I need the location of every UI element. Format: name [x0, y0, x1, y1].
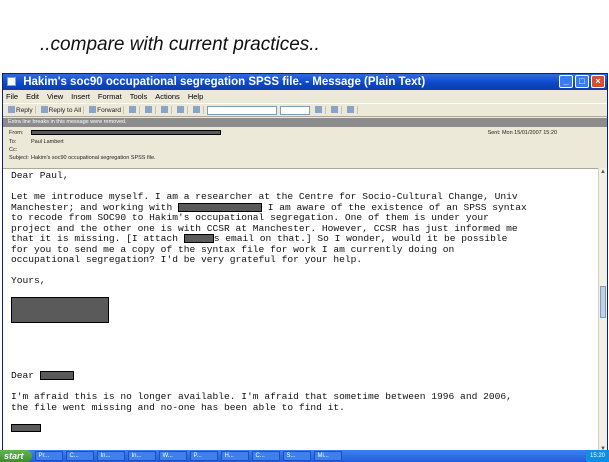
system-clock: 15:20 — [585, 450, 609, 462]
menu-view[interactable]: View — [47, 90, 63, 103]
redacted-name — [183, 234, 214, 244]
taskbar-item[interactable]: C... — [65, 451, 94, 461]
taskbar-item[interactable]: H... — [220, 451, 249, 461]
scroll-thumb[interactable] — [600, 286, 606, 318]
subject-label: Subject: — [9, 155, 29, 161]
reply-icon — [8, 106, 15, 113]
taskbar-item[interactable]: P... — [189, 451, 218, 461]
envelope-icon — [7, 77, 16, 86]
redacted-signature — [11, 297, 109, 324]
start-button[interactable]: start — [0, 450, 32, 462]
window-title: Hakim's soc90 occupational segregation S… — [23, 76, 426, 88]
message-header: From: To: Paul Lambert Cc: Subject: Hakim'… — [3, 127, 607, 167]
forward-icon — [89, 106, 97, 113]
body-line: that it is missing. [I attach s email on… — [11, 233, 508, 245]
cc-label: Cc: — [9, 147, 18, 153]
font-size-select[interactable] — [280, 105, 310, 115]
underline-icon — [347, 106, 354, 113]
taskbar-item[interactable]: In... — [96, 451, 125, 461]
sent-value: Mon 15/01/2007 15:20 — [501, 130, 557, 136]
up-arrow-icon — [177, 106, 184, 113]
bold-icon — [315, 106, 322, 113]
maximize-button[interactable]: □ — [575, 75, 589, 88]
taskbar-item[interactable]: C... — [251, 451, 280, 461]
redacted-name — [39, 371, 74, 381]
delete-button[interactable] — [159, 106, 172, 114]
redacted-sender — [31, 130, 221, 136]
subject-value: Hakim's soc90 occupational segregation S… — [31, 155, 156, 161]
message-window: Hakim's soc90 occupational segregation S… — [2, 73, 608, 462]
font-select[interactable] — [207, 105, 277, 115]
italic-button[interactable] — [329, 106, 342, 114]
taskbar-item[interactable]: Mi... — [313, 451, 342, 461]
menu-edit[interactable]: Edit — [26, 90, 39, 103]
delete-icon — [161, 106, 168, 113]
taskbar-item[interactable]: W... — [158, 451, 187, 461]
body-line: the file went missing and no-one has bee… — [11, 401, 345, 413]
forward-button[interactable]: Forward — [87, 106, 124, 114]
redacted-signature — [11, 423, 41, 432]
taskbar-item[interactable]: Pr... — [34, 451, 63, 461]
reply-button[interactable]: Reply — [6, 106, 36, 114]
previous-button[interactable] — [175, 106, 188, 114]
next-button[interactable] — [191, 106, 204, 114]
menu-bar: File Edit View Insert Format Tools Actio… — [3, 90, 607, 103]
sent-label: Sent: — [487, 130, 501, 136]
bold-button[interactable] — [313, 106, 326, 114]
message-body[interactable]: Dear Paul, Let me introduce myself. I am… — [3, 168, 600, 453]
minimize-button[interactable]: _ — [559, 75, 573, 88]
redacted-name — [177, 202, 262, 212]
print-button[interactable] — [127, 106, 140, 114]
menu-format[interactable]: Format — [98, 90, 122, 103]
greeting: Dear Paul, — [11, 170, 69, 181]
flag-button[interactable] — [143, 106, 156, 114]
menu-file[interactable]: File — [6, 90, 18, 103]
close-button[interactable]: × — [591, 75, 605, 88]
taskbar-item[interactable]: In... — [127, 451, 156, 461]
vertical-scrollbar[interactable]: ▲ ▼ — [598, 168, 607, 453]
toolbar: Reply Reply to All Forward — [3, 103, 607, 117]
taskbar-item[interactable]: S... — [282, 451, 311, 461]
down-arrow-icon — [193, 106, 200, 113]
reply-greeting: Dear — [11, 370, 592, 382]
to-label: To: — [9, 139, 17, 145]
taskbar: start Pr... C... In... In... W... P... H… — [0, 450, 609, 462]
body-line: to recode from SOC90 to Hakim's occupati… — [11, 212, 489, 224]
menu-help[interactable]: Help — [188, 90, 203, 103]
info-bar: Extra line breaks in this message were r… — [3, 118, 607, 127]
menu-tools[interactable]: Tools — [130, 90, 148, 103]
signoff: Yours, — [11, 275, 46, 287]
menu-insert[interactable]: Insert — [71, 90, 90, 103]
scroll-up-icon[interactable]: ▲ — [599, 168, 607, 176]
reply-all-button[interactable]: Reply to All — [39, 106, 85, 114]
to-value: Paul Lambert — [31, 139, 64, 145]
reply-all-icon — [40, 106, 48, 113]
print-icon — [129, 106, 136, 113]
italic-icon — [331, 106, 338, 113]
menu-actions[interactable]: Actions — [155, 90, 180, 103]
window-titlebar[interactable]: Hakim's soc90 occupational segregation S… — [3, 74, 607, 90]
from-label: From: — [9, 130, 24, 136]
slide-title: ..compare with current practices.. — [40, 34, 320, 55]
underline-button[interactable] — [345, 106, 358, 114]
body-line: occupational segregation? I'd be very gr… — [11, 254, 363, 266]
flag-icon — [145, 106, 152, 113]
